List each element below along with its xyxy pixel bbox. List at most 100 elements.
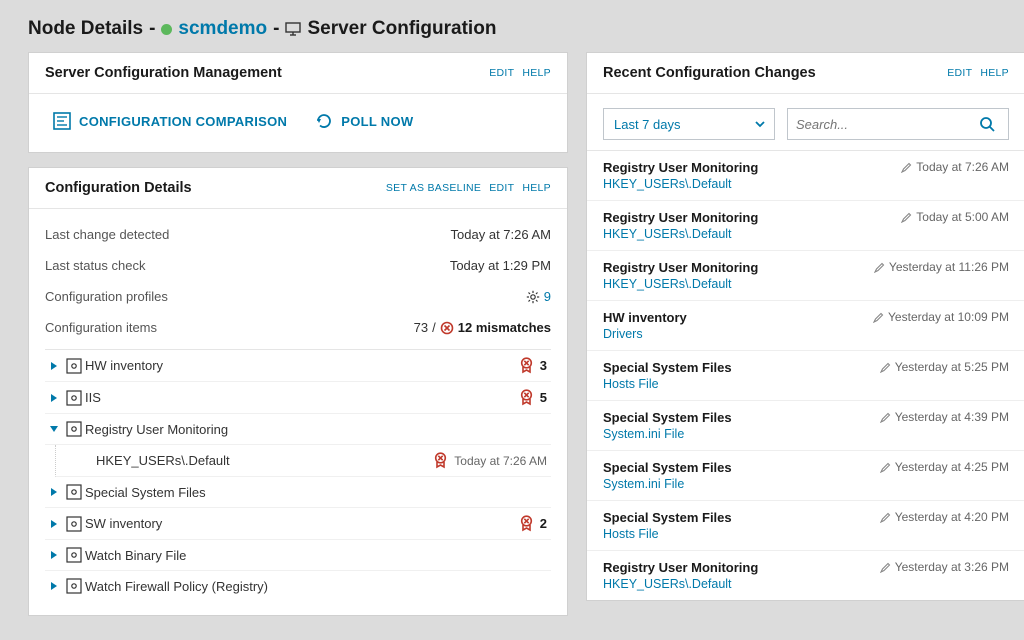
change-title: Special System Files	[603, 460, 732, 475]
panel-title: Configuration Details	[45, 180, 192, 196]
change-sublink[interactable]: Drivers	[603, 327, 687, 341]
node-link[interactable]: scmdemo	[178, 18, 267, 40]
edit-link[interactable]: EDIT	[947, 67, 972, 79]
search-icon[interactable]	[974, 115, 1000, 133]
change-sublink[interactable]: HKEY_USERs\.Default	[603, 177, 758, 191]
tree-label: Watch Binary File	[85, 548, 547, 563]
change-title: HW inventory	[603, 310, 687, 325]
kv-label: Last change detected	[45, 227, 169, 242]
change-sublink[interactable]: HKEY_USERs\.Default	[603, 227, 758, 241]
change-timestamp: Yesterday at 3:26 PM	[895, 560, 1009, 574]
mismatch-badge-icon	[519, 389, 534, 406]
change-item[interactable]: Registry User Monitoring HKEY_USERs\.Defa…	[587, 151, 1024, 201]
tree-row[interactable]: SW inventory 2	[45, 508, 551, 540]
panel-title: Server Configuration Management	[45, 65, 282, 81]
tree-label: Registry User Monitoring	[85, 422, 547, 437]
help-link[interactable]: HELP	[522, 182, 551, 194]
profile-icon	[63, 390, 85, 406]
caret-icon	[45, 393, 63, 403]
server-icon	[285, 22, 301, 36]
change-item[interactable]: Special System FilesHosts FileYesterday …	[587, 351, 1024, 401]
profile-icon	[63, 516, 85, 532]
panel-header: Server Configuration Management EDIT HEL…	[29, 53, 567, 94]
edit-link[interactable]: EDIT	[489, 67, 514, 79]
profile-icon	[63, 484, 85, 500]
change-item[interactable]: Registry User Monitoring HKEY_USERs\.Defa…	[587, 251, 1024, 301]
panel-configuration-details: Configuration Details SET AS BASELINE ED…	[28, 167, 568, 616]
tree-child-row[interactable]: HKEY_USERs\.DefaultToday at 7:26 AM	[55, 445, 551, 477]
change-item[interactable]: HW inventory Drivers Yesterday at 10:09 PM	[587, 301, 1024, 351]
compare-label: CONFIGURATION COMPARISON	[79, 114, 287, 129]
tree-row[interactable]: Special System Files	[45, 477, 551, 508]
search-input[interactable]	[796, 117, 974, 132]
profile-tree: HW inventory3IIS5 Registry User Monitorin…	[45, 349, 551, 601]
tree-label: IIS	[85, 390, 519, 405]
search-box	[787, 108, 1009, 140]
change-timestamp: Yesterday at 10:09 PM	[888, 310, 1009, 324]
panel-server-config-mgmt: Server Configuration Management EDIT HEL…	[28, 52, 568, 153]
compare-icon	[53, 112, 71, 130]
row-last-check: Last status check Today at 1:29 PM	[45, 250, 551, 281]
change-sublink[interactable]: Hosts File	[603, 527, 732, 541]
set-baseline-link[interactable]: SET AS BASELINE	[386, 182, 481, 194]
title-sep: -	[149, 18, 155, 40]
tree-child-label: HKEY_USERs\.Default	[96, 453, 433, 468]
change-timestamp: Yesterday at 4:20 PM	[895, 510, 1009, 524]
change-sublink[interactable]: HKEY_USERs\.Default	[603, 277, 758, 291]
tree-label: SW inventory	[85, 516, 519, 531]
tree-row[interactable]: Watch Firewall Policy (Registry)	[45, 571, 551, 601]
kv-label: Configuration items	[45, 320, 157, 335]
edit-link[interactable]: EDIT	[489, 182, 514, 194]
poll-label: POLL NOW	[341, 114, 413, 129]
profile-icon	[63, 578, 85, 594]
change-title: Special System Files	[603, 510, 732, 525]
change-timestamp: Today at 7:26 AM	[916, 160, 1009, 174]
poll-now-button[interactable]: POLL NOW	[315, 112, 413, 130]
mismatch-badge-icon	[519, 357, 534, 374]
tree-row[interactable]: Watch Binary File	[45, 540, 551, 571]
change-sublink[interactable]: HKEY_USERs\.Default	[603, 577, 758, 591]
title-prefix: Node Details	[28, 18, 143, 40]
change-sublink[interactable]: System.ini File	[603, 427, 732, 441]
kv-value: Today at 7:26 AM	[451, 227, 551, 242]
change-timestamp: Yesterday at 4:39 PM	[895, 410, 1009, 424]
row-profiles: Configuration profiles 9	[45, 281, 551, 312]
caret-icon	[45, 581, 63, 591]
profile-icon	[63, 547, 85, 563]
pencil-icon	[901, 162, 912, 173]
page-title: Node Details - scmdemo - Server Configur…	[0, 0, 1024, 52]
caret-icon	[45, 487, 63, 497]
profile-icon	[63, 358, 85, 374]
change-timestamp: Today at 5:00 AM	[916, 210, 1009, 224]
mismatch-count: 3	[540, 358, 547, 373]
panel-header: Recent Configuration Changes EDIT HELP	[587, 53, 1024, 94]
profiles-count-link[interactable]: 9	[544, 289, 551, 304]
change-title: Registry User Monitoring	[603, 260, 758, 275]
title-section: Server Configuration	[307, 18, 496, 40]
help-link[interactable]: HELP	[522, 67, 551, 79]
change-sublink[interactable]: Hosts File	[603, 377, 732, 391]
tree-row[interactable]: IIS5	[45, 382, 551, 414]
time-range-select[interactable]: Last 7 days	[603, 108, 775, 140]
change-item[interactable]: Special System Files Hosts File Yesterday …	[587, 501, 1024, 551]
pencil-icon	[880, 462, 891, 473]
kv-label: Configuration profiles	[45, 289, 168, 304]
change-title: Registry User Monitoring	[603, 160, 758, 175]
change-item[interactable]: Registry User Monitoring HKEY_USERs\.Defa…	[587, 201, 1024, 251]
change-sublink[interactable]: System.ini File	[603, 477, 732, 491]
tree-row[interactable]: HW inventory3	[45, 350, 551, 382]
mismatch-count: 2	[540, 516, 547, 531]
kv-value: Today at 1:29 PM	[450, 258, 551, 273]
pencil-icon	[880, 512, 891, 523]
configuration-comparison-button[interactable]: CONFIGURATION COMPARISON	[53, 112, 287, 130]
tree-row[interactable]: Registry User Monitoring	[45, 414, 551, 445]
caret-icon	[45, 424, 63, 434]
change-item[interactable]: Special System FilesSystem.ini FileYeste…	[587, 451, 1024, 501]
help-link[interactable]: HELP	[980, 67, 1009, 79]
tree-label: Special System Files	[85, 485, 547, 500]
mismatch-icon	[440, 321, 454, 335]
change-title: Registry User Monitoring	[603, 210, 758, 225]
title-sep2: -	[273, 18, 279, 40]
change-item[interactable]: Special System FilesSystem.ini FileYeste…	[587, 401, 1024, 451]
change-item[interactable]: Registry User MonitoringHKEY_USERs\.Defa…	[587, 551, 1024, 600]
